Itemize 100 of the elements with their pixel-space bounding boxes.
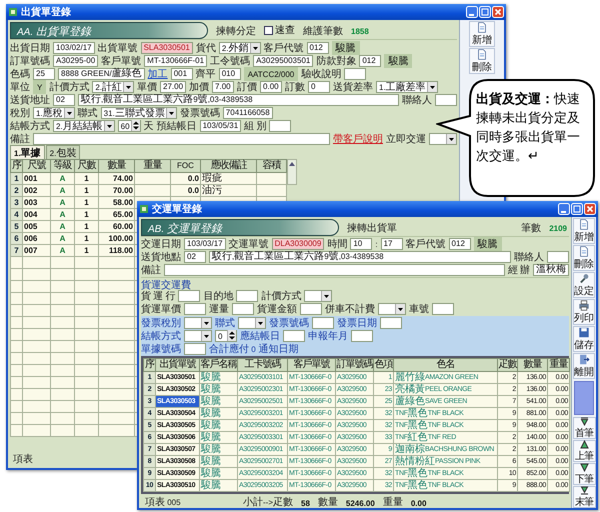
field-label: 送貨地點 — [141, 250, 181, 264]
input-field[interactable]: 012 — [306, 42, 329, 54]
input-field[interactable]: SLA3030501 — [140, 42, 193, 54]
input-field[interactable] — [236, 290, 258, 302]
nav-button[interactable]: 末筆 — [572, 486, 596, 508]
nav-button[interactable]: 上筆 — [572, 440, 596, 462]
close-button[interactable] — [584, 203, 596, 215]
input-field[interactable]: A30295003501 — [253, 54, 314, 66]
maximize-button[interactable] — [571, 203, 583, 215]
dropdown[interactable] — [304, 290, 332, 302]
input-field[interactable]: 8888 GREEN/蘆綠色 — [58, 68, 145, 80]
input-field[interactable]: 012 — [448, 238, 471, 250]
input-field[interactable] — [164, 264, 505, 276]
minimize-button[interactable] — [558, 203, 570, 215]
display-text: AATCC2/000 — [244, 66, 298, 80]
table-cell: A — [50, 208, 74, 220]
scrollbar[interactable] — [287, 159, 297, 185]
input-field[interactable]: 25 — [33, 68, 55, 80]
input-field[interactable] — [184, 342, 206, 354]
input-field[interactable]: 10 — [350, 238, 372, 250]
dropdown[interactable]: 2.外銷 — [218, 42, 261, 54]
input-field[interactable]: 103/03/17 — [184, 238, 226, 250]
input-field[interactable]: DLA3030009 — [272, 238, 324, 250]
toolbar-button[interactable]: 儲存 — [573, 326, 595, 352]
input-field[interactable] — [547, 250, 569, 262]
column-header: 序 — [10, 160, 22, 172]
input-field[interactable]: 駁行,觀音工業區工業六路9號,03-4389538 — [209, 250, 511, 262]
tab[interactable]: 1.單據 — [10, 145, 45, 159]
spin-field[interactable]: 60 — [118, 120, 141, 132]
window-title: 出貨單登錄 — [21, 6, 71, 19]
form-heading: AA. 出貨單登錄 — [10, 22, 208, 38]
scrollbar[interactable] — [574, 381, 594, 415]
spin-field[interactable]: 0 — [215, 330, 237, 342]
input-field[interactable]: MT-130666F-01 — [144, 54, 208, 66]
toolbar-button[interactable]: 設定 — [573, 272, 595, 298]
input-field[interactable] — [300, 302, 322, 314]
input-field[interactable]: 012 — [359, 54, 382, 66]
section-title: 貨運交運費 — [141, 278, 192, 289]
dropdown[interactable]: 2.月結結帳 — [53, 120, 115, 132]
input-field[interactable] — [184, 302, 206, 314]
input-field[interactable]: 001 — [170, 68, 193, 80]
dropdown[interactable] — [378, 302, 406, 314]
dropdown[interactable] — [184, 330, 212, 342]
dropdown[interactable]: 1.工廠差率 — [376, 80, 438, 92]
down-arrow-icon — [580, 463, 588, 472]
table-cell: 001 — [22, 172, 50, 184]
input-field[interactable] — [344, 68, 366, 80]
toolbar-button[interactable]: 新增 — [573, 218, 595, 244]
checkbox[interactable]: 速查 — [264, 23, 295, 37]
input-field[interactable] — [435, 94, 457, 106]
toolbar-button[interactable]: 列印 — [573, 299, 595, 325]
input-field[interactable]: 103/02/17 — [53, 42, 95, 54]
field-label: 發票號碼 — [269, 316, 309, 330]
field-label: 訂數 — [285, 80, 306, 94]
input-field[interactable] — [351, 330, 373, 342]
input-field[interactable]: 駁行,觀音工業區工業六路9號,03-4389538 — [78, 94, 399, 106]
spinner-icon[interactable] — [227, 330, 236, 341]
input-field[interactable]: 02 — [184, 250, 206, 262]
input-field[interactable]: 溫秋梅 — [533, 264, 569, 276]
input-field[interactable]: 0 — [308, 80, 330, 92]
nav-button[interactable]: 首筆 — [572, 417, 596, 439]
spinner-icon[interactable] — [130, 120, 140, 131]
tab[interactable]: 2.包裝 — [46, 145, 80, 159]
input-field[interactable]: 0.00 — [260, 80, 282, 92]
input-field[interactable] — [232, 302, 254, 314]
input-field[interactable] — [380, 316, 402, 328]
toolbar-button[interactable]: 刪除 — [469, 48, 495, 74]
link[interactable]: 加工 — [148, 66, 168, 80]
column-header: 應收備註 — [200, 160, 256, 172]
input-field[interactable]: 27.00 — [160, 80, 186, 92]
toolbar-button[interactable]: 新增 — [469, 21, 495, 47]
input-field[interactable]: A30295-00 — [53, 54, 98, 66]
input-field[interactable] — [432, 302, 454, 314]
column-header: 客戶名稱 — [200, 358, 238, 372]
nav-button[interactable]: 下筆 — [572, 463, 596, 485]
dropdown[interactable]: 2.計紅 — [92, 80, 134, 92]
input-field[interactable]: 7.00 — [212, 80, 234, 92]
input-field[interactable] — [312, 316, 334, 328]
toolbar-button[interactable]: 刪除 — [573, 245, 595, 271]
input-field[interactable] — [283, 330, 305, 342]
link[interactable]: 帶客戶說明 — [333, 132, 383, 146]
close-button[interactable] — [492, 6, 504, 18]
dropdown[interactable] — [238, 316, 266, 328]
dropdown[interactable]: 1.應稅 — [33, 106, 75, 118]
input-field[interactable]: 02 — [53, 94, 75, 106]
input-field[interactable] — [178, 290, 200, 302]
input-field[interactable]: 103/05/31 — [200, 120, 242, 132]
dropdown[interactable]: 31.三聯式發票 — [100, 106, 177, 118]
input-field[interactable]: 7041166058 — [222, 106, 273, 118]
input-field[interactable]: 17 — [380, 238, 403, 250]
caret-icon — [255, 318, 265, 328]
maximize-button[interactable] — [479, 6, 491, 18]
input-field[interactable] — [269, 120, 292, 132]
input-field[interactable]: 010 — [218, 68, 241, 80]
input-field[interactable] — [33, 132, 330, 144]
toolbar-button[interactable]: 離開 — [573, 353, 595, 379]
minimize-button[interactable] — [466, 6, 478, 18]
column-header: 等級 — [50, 160, 74, 172]
dropdown[interactable] — [429, 132, 457, 144]
dropdown[interactable] — [184, 316, 212, 328]
